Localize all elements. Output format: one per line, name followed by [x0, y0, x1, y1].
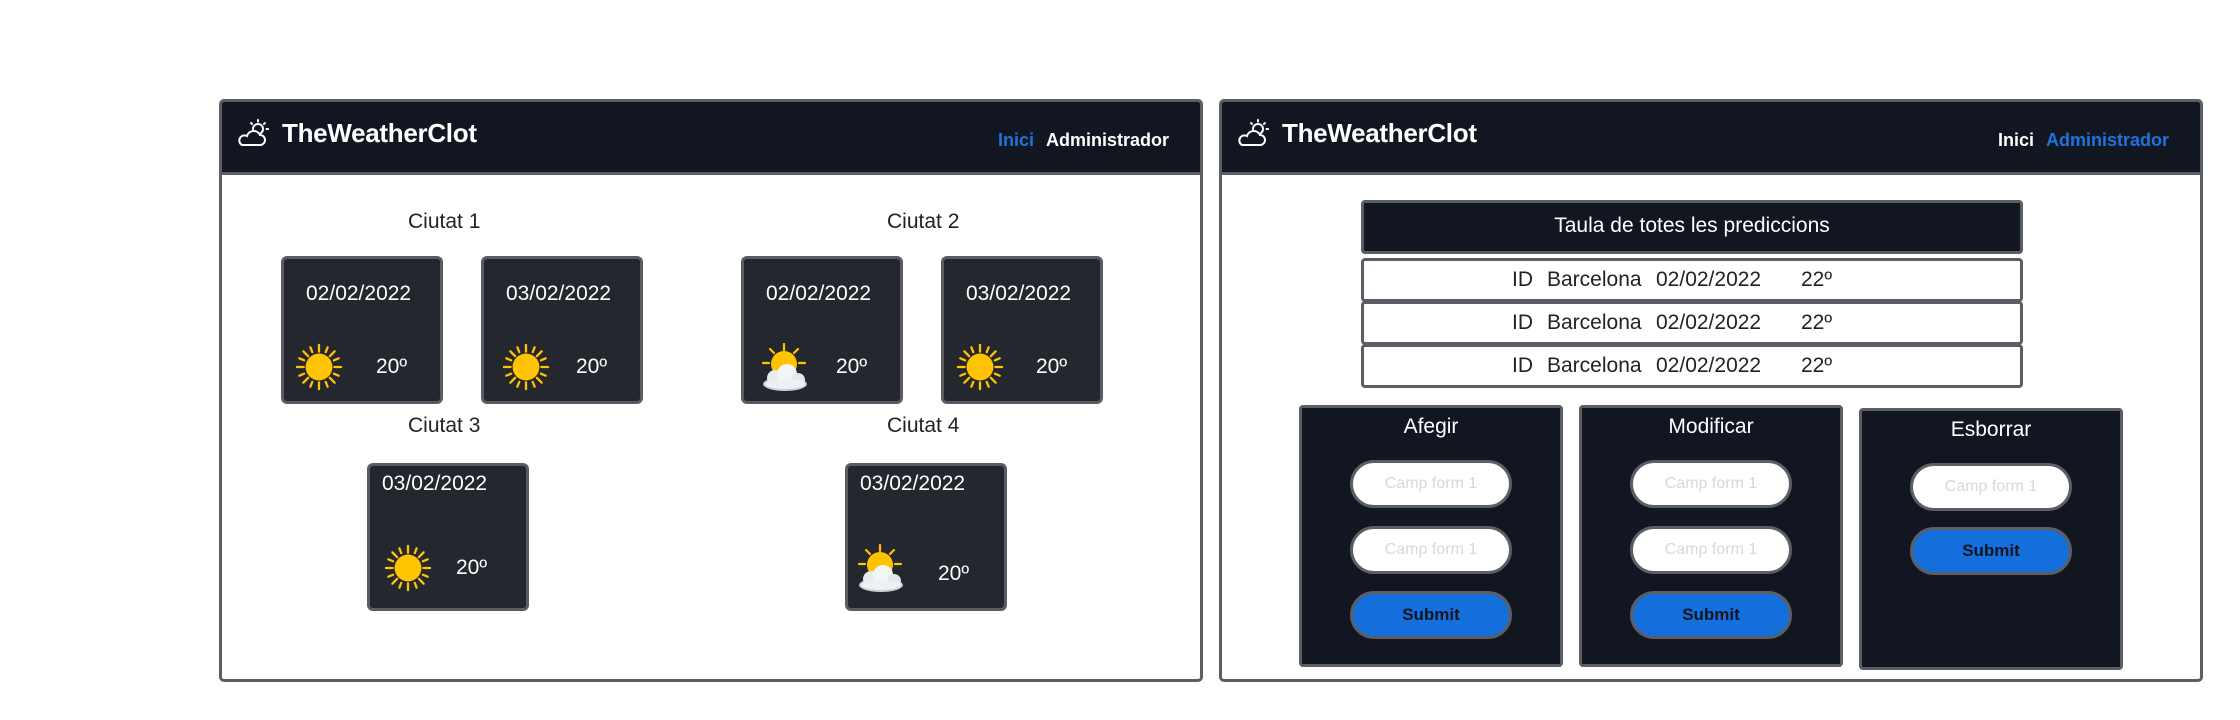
forecast-card: 03/02/2022 20º	[481, 256, 643, 404]
add-form: Afegir Submit	[1299, 405, 1563, 667]
cloud-sun-icon	[1238, 118, 1269, 146]
forecast-temp: 20º	[376, 355, 408, 378]
forecast-date: 03/02/2022	[506, 282, 612, 305]
brand-name: TheWeatherClot	[282, 118, 477, 148]
row-date: 02/02/2022	[1656, 268, 1762, 291]
forecast-date: 02/02/2022	[766, 282, 872, 305]
navbar: TheWeatherClot Inici Administrador	[222, 102, 1200, 175]
row-city: Barcelona	[1547, 354, 1642, 377]
cloud-sun-icon	[238, 118, 269, 146]
forecast-card: 03/02/2022 20º	[367, 463, 529, 611]
row-id: ID	[1512, 311, 1533, 334]
brand[interactable]: TheWeatherClot	[1236, 118, 1477, 149]
table-row[interactable]: ID Barcelona 02/02/2022 22º	[1361, 301, 2023, 345]
row-city: Barcelona	[1547, 268, 1642, 291]
navbar: TheWeatherClot Inici Administrador	[1222, 102, 2200, 175]
city-title: Ciutat 1	[408, 210, 481, 233]
delete-form: Esborrar Submit	[1859, 408, 2123, 670]
modify-form-title: Modificar	[1668, 415, 1754, 438]
sun-cloud-icon	[856, 544, 906, 594]
add-form-field-1[interactable]	[1350, 460, 1512, 508]
row-date: 02/02/2022	[1656, 311, 1762, 334]
forecast-temp: 20º	[938, 562, 970, 585]
forecast-card: 03/02/2022 20º	[941, 256, 1103, 404]
forecast-card: 03/02/2022 20º	[845, 463, 1007, 611]
row-temp: 22º	[1801, 268, 1833, 291]
forecast-card: 02/02/2022 20º	[741, 256, 903, 404]
forecast-temp: 20º	[576, 355, 608, 378]
modify-form-field-2[interactable]	[1630, 526, 1792, 574]
forecast-date: 02/02/2022	[306, 282, 412, 305]
sun-icon	[384, 544, 432, 592]
modify-form-field-1[interactable]	[1630, 460, 1792, 508]
row-id: ID	[1512, 354, 1533, 377]
brand[interactable]: TheWeatherClot	[236, 118, 477, 149]
admin-page-frame: TheWeatherClot Inici Administrador Taula…	[1219, 99, 2203, 682]
delete-form-field-1[interactable]	[1910, 463, 2072, 511]
nav-link-admin[interactable]: Administrador	[2046, 130, 2169, 151]
nav-link-home[interactable]: Inici	[998, 130, 1034, 151]
city-title: Ciutat 4	[887, 414, 960, 437]
add-form-field-2[interactable]	[1350, 526, 1512, 574]
city-title: Ciutat 2	[887, 210, 960, 233]
modify-submit-button[interactable]: Submit	[1630, 591, 1792, 639]
row-id: ID	[1512, 268, 1533, 291]
sun-icon	[956, 343, 1004, 391]
row-date: 02/02/2022	[1656, 354, 1762, 377]
row-temp: 22º	[1801, 354, 1833, 377]
forecast-temp: 20º	[456, 556, 488, 579]
table-row[interactable]: ID Barcelona 02/02/2022 22º	[1361, 258, 2023, 302]
add-form-title: Afegir	[1403, 415, 1459, 438]
forecast-date: 03/02/2022	[966, 282, 1072, 305]
nav-link-home[interactable]: Inici	[1998, 130, 2034, 151]
modify-form: Modificar Submit	[1579, 405, 1843, 667]
forecast-card: 02/02/2022 20º	[281, 256, 443, 404]
sun-icon	[295, 343, 343, 391]
forecast-temp: 20º	[1036, 355, 1068, 378]
row-city: Barcelona	[1547, 311, 1642, 334]
city-title: Ciutat 3	[408, 414, 481, 437]
predictions-table-header: Taula de totes les prediccions	[1361, 200, 2023, 254]
forecast-temp: 20º	[836, 355, 868, 378]
forecast-date: 03/02/2022	[382, 472, 488, 495]
home-page-frame: TheWeatherClot Inici Administrador Ciuta…	[219, 99, 1203, 682]
row-temp: 22º	[1801, 311, 1833, 334]
sun-cloud-icon	[760, 343, 810, 393]
nav-link-admin[interactable]: Administrador	[1046, 130, 1169, 151]
delete-form-title: Esborrar	[1950, 418, 2032, 441]
delete-submit-button[interactable]: Submit	[1910, 527, 2072, 575]
table-row[interactable]: ID Barcelona 02/02/2022 22º	[1361, 344, 2023, 388]
forecast-date: 03/02/2022	[860, 472, 966, 495]
add-submit-button[interactable]: Submit	[1350, 591, 1512, 639]
brand-name: TheWeatherClot	[1282, 118, 1477, 148]
sun-icon	[502, 343, 550, 391]
